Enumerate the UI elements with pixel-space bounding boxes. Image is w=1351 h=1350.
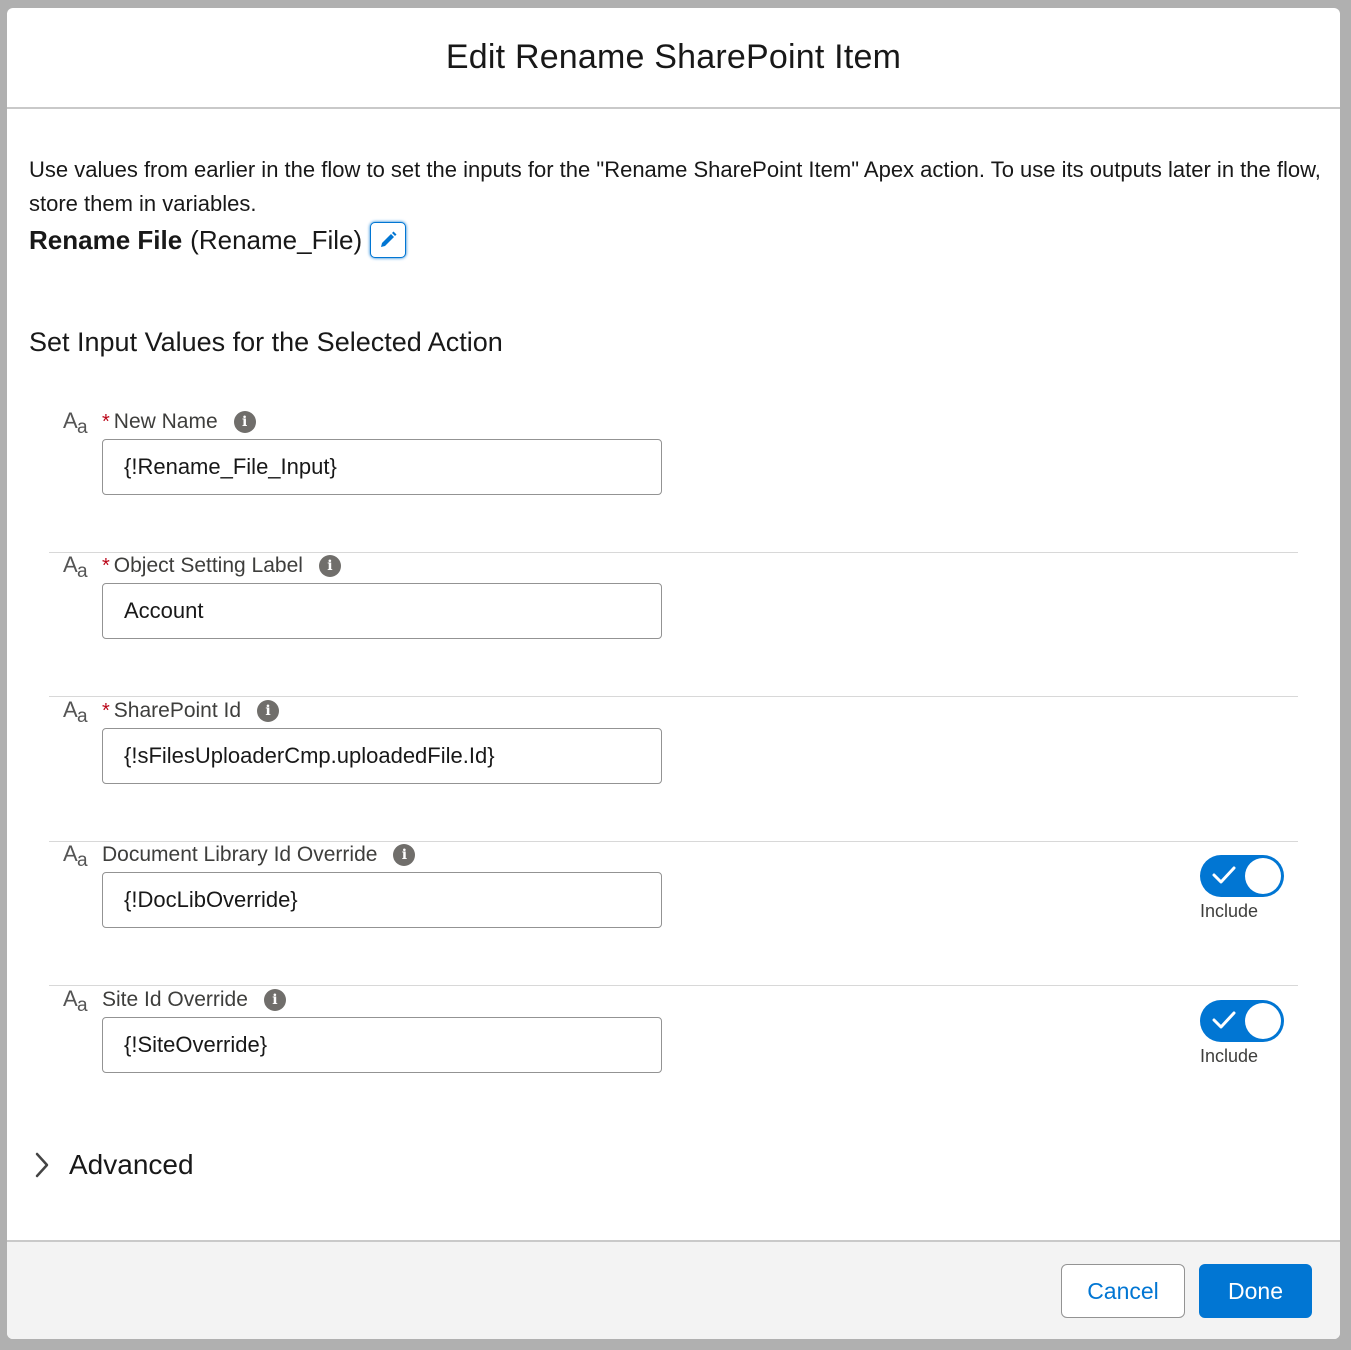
intro-text: Use values from earlier in the flow to s… xyxy=(29,157,1321,216)
action-name: Rename File (Rename_File) xyxy=(29,222,407,258)
info-icon[interactable]: i xyxy=(318,555,341,577)
param-label: * New Name i xyxy=(102,410,256,434)
toggle-knob xyxy=(1245,858,1281,894)
toggle-knob xyxy=(1245,1003,1281,1039)
required-marker: * xyxy=(102,410,110,433)
edit-action-modal: Edit Rename SharePoint Item Use values f… xyxy=(7,8,1340,1339)
param-label-text: Object Setting Label xyxy=(113,554,303,577)
include-toggle[interactable] xyxy=(1200,1000,1284,1042)
site-id-override-input[interactable] xyxy=(102,1017,662,1073)
param-label-text: Document Library Id Override xyxy=(102,843,378,866)
modal-title: Edit Rename SharePoint Item xyxy=(445,38,902,76)
text-type-icon: Aa xyxy=(63,841,88,871)
sharepoint-id-input[interactable] xyxy=(102,728,662,784)
include-label: Include xyxy=(1200,901,1259,921)
include-toggle[interactable] xyxy=(1200,855,1284,897)
text-type-icon: Aa xyxy=(63,408,88,438)
info-icon[interactable]: i xyxy=(263,989,286,1011)
param-label: * SharePoint Id i xyxy=(102,699,280,723)
include-toggle-group: Include xyxy=(1200,1000,1290,1067)
document-library-id-override-input[interactable] xyxy=(102,872,662,928)
param-row-object-setting-label: Aa * Object Setting Label i xyxy=(49,552,1298,697)
chevron-right-icon xyxy=(35,1152,49,1178)
advanced-label: Advanced xyxy=(69,1149,194,1180)
text-type-icon: Aa xyxy=(63,552,88,582)
info-icon[interactable]: i xyxy=(233,411,256,433)
done-button[interactable]: Done xyxy=(1199,1264,1312,1318)
include-label: Include xyxy=(1200,1046,1259,1066)
checkmark-icon xyxy=(1212,1011,1236,1029)
new-name-input[interactable] xyxy=(102,439,662,495)
action-label: Rename File xyxy=(29,224,183,255)
object-setting-label-input[interactable] xyxy=(102,583,662,639)
modal-body[interactable]: Use values from earlier in the flow to s… xyxy=(7,109,1340,1240)
param-row-site-id-override: Aa Site Id Override i Include xyxy=(49,986,1298,1130)
required-marker: * xyxy=(102,554,110,577)
param-row-new-name: Aa * New Name i xyxy=(49,408,1298,553)
edit-action-name-button[interactable] xyxy=(370,222,407,258)
param-label-text: SharePoint Id xyxy=(113,699,242,722)
param-label: Site Id Override i xyxy=(102,988,286,1012)
pencil-icon xyxy=(381,231,397,247)
checkmark-icon xyxy=(1212,866,1236,884)
action-api-name: (Rename_File) xyxy=(190,224,363,255)
cancel-button[interactable]: Cancel xyxy=(1061,1264,1185,1318)
param-label: Document Library Id Override i xyxy=(102,843,416,867)
modal-header: Edit Rename SharePoint Item xyxy=(7,8,1340,109)
include-toggle-group: Include xyxy=(1200,855,1290,922)
text-type-icon: Aa xyxy=(63,697,88,727)
param-row-document-library-id-override: Aa Document Library Id Override i Includ… xyxy=(49,841,1298,986)
info-icon[interactable]: i xyxy=(393,844,416,866)
advanced-section-toggle[interactable]: Advanced xyxy=(33,1149,194,1181)
param-row-sharepoint-id: Aa * SharePoint Id i xyxy=(49,697,1298,842)
info-icon[interactable]: i xyxy=(257,700,280,722)
param-label: * Object Setting Label i xyxy=(102,554,341,578)
required-marker: * xyxy=(102,699,110,722)
section-title: Set Input Values for the Selected Action xyxy=(29,327,503,357)
text-type-icon: Aa xyxy=(63,986,88,1016)
modal-footer: Cancel Done xyxy=(7,1240,1340,1339)
param-label-text: New Name xyxy=(113,410,218,433)
param-label-text: Site Id Override xyxy=(102,988,248,1011)
